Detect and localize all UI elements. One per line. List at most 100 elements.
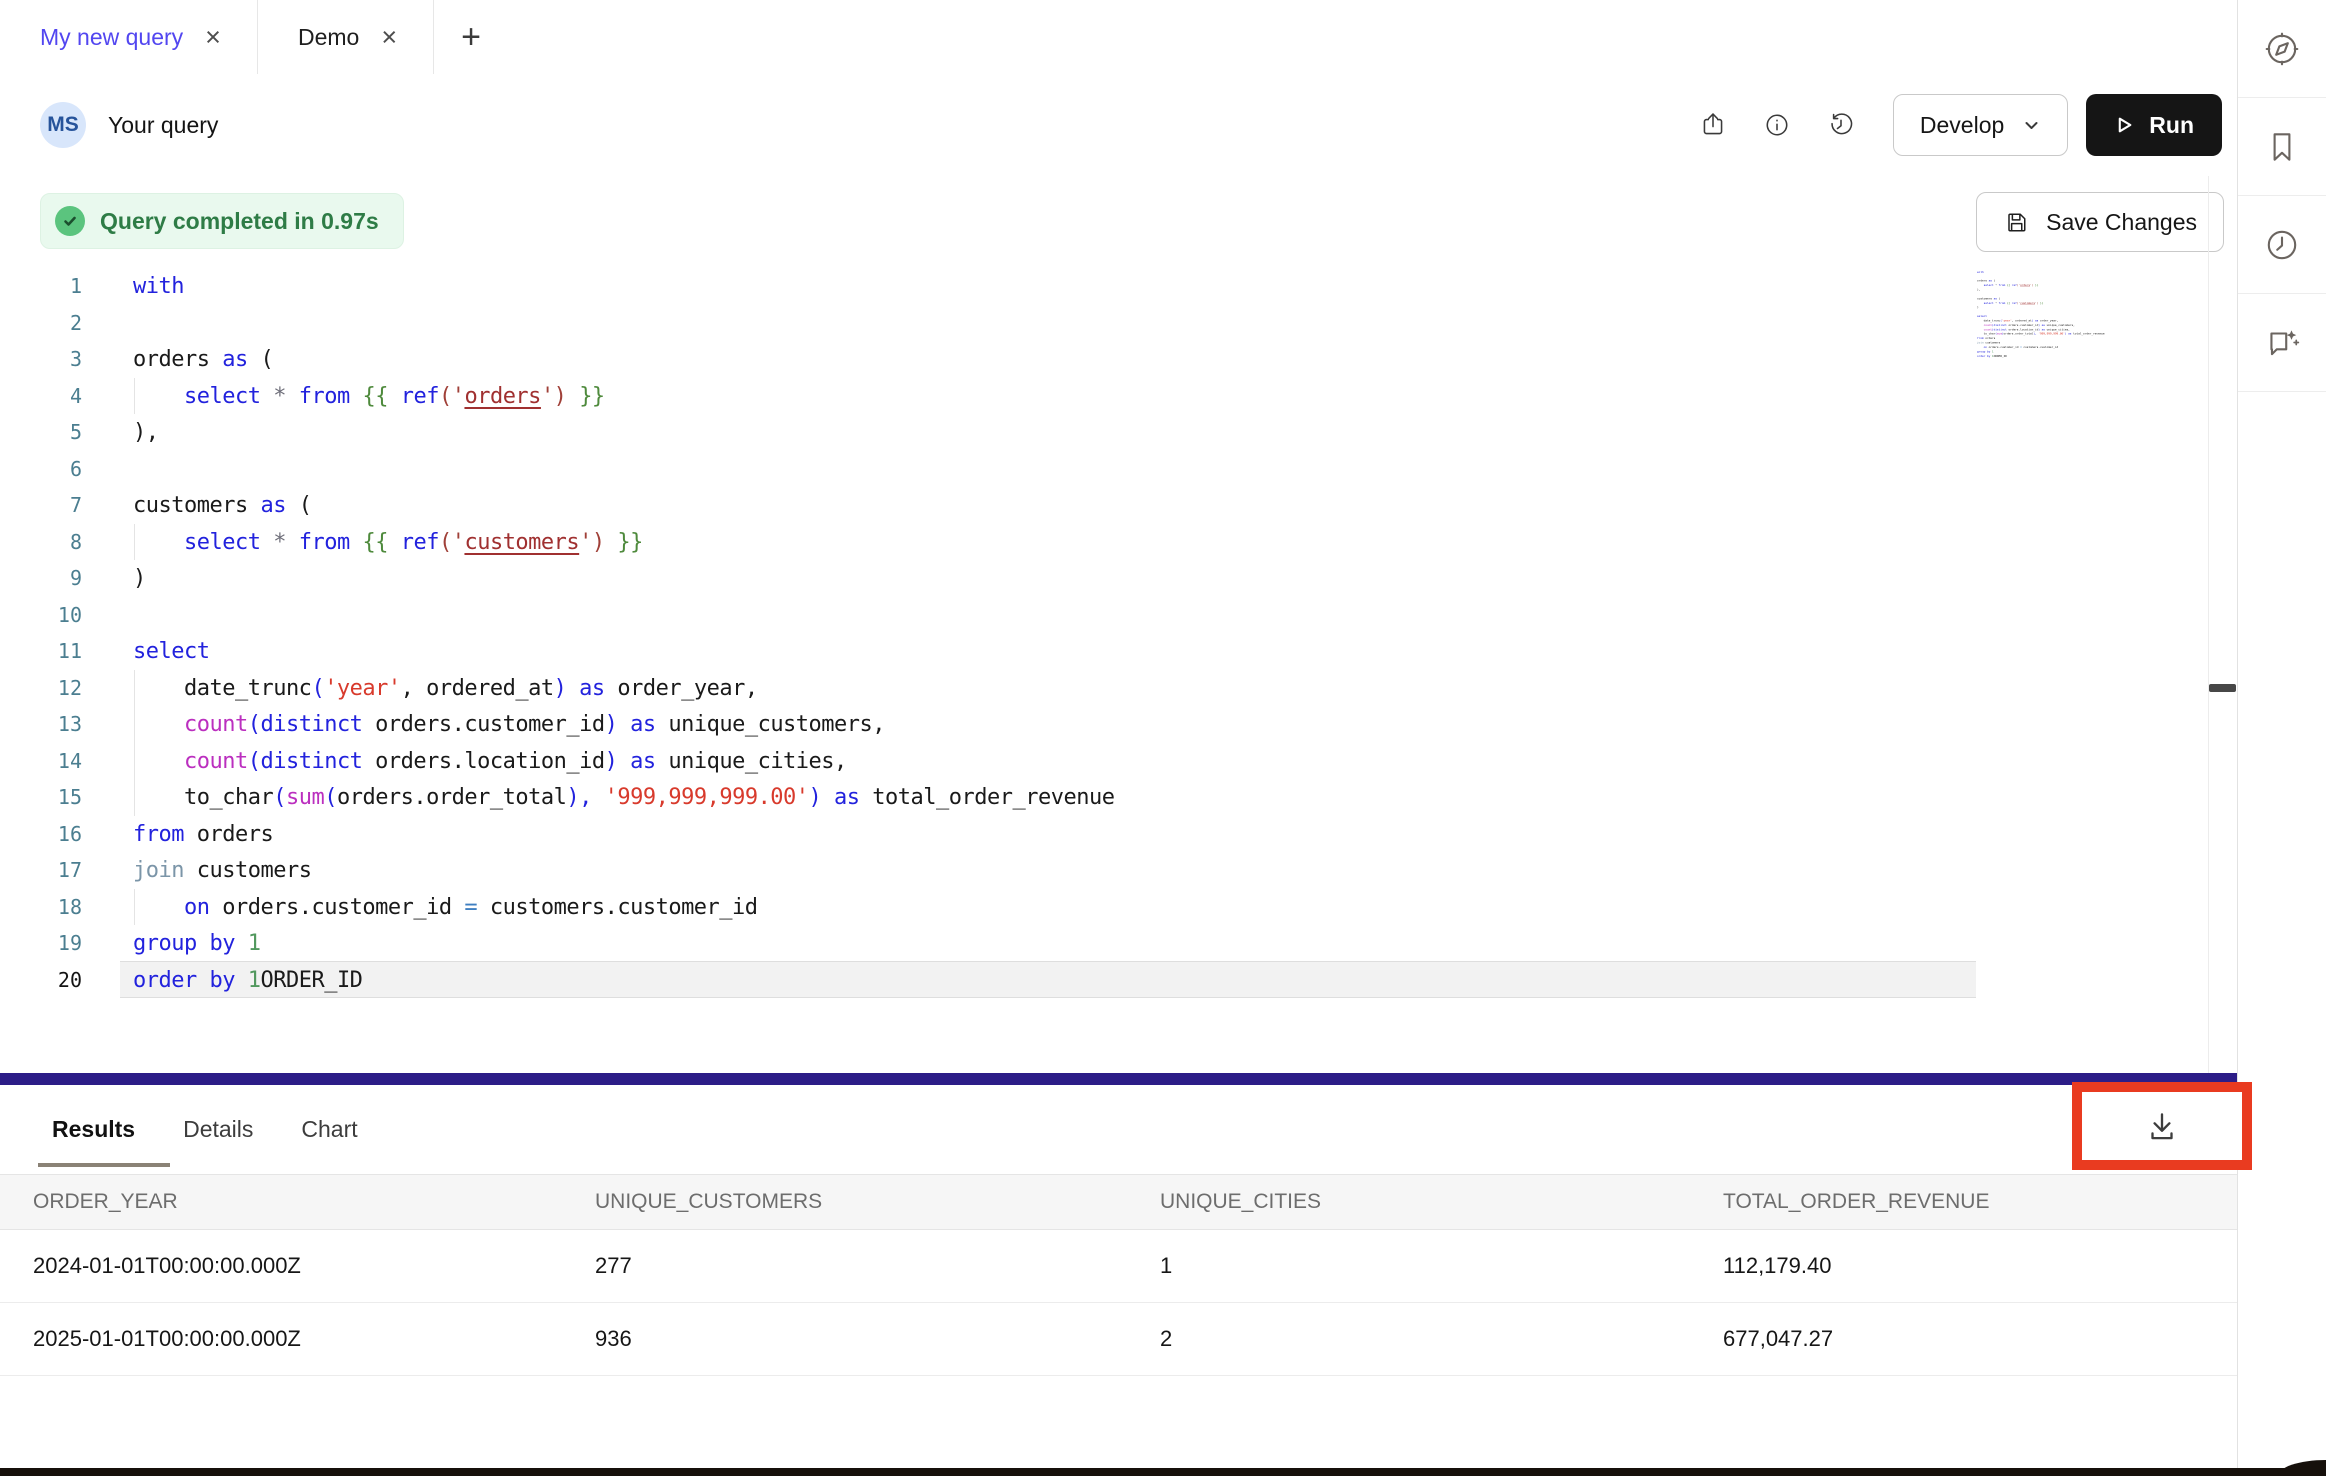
line-number: 9	[0, 560, 82, 597]
line-number: 11	[0, 633, 82, 670]
code-text: to_char(sum(orders.order_total), '999,99…	[1977, 332, 2105, 335]
develop-label: Develop	[1920, 112, 2004, 139]
code-text: customers as (	[133, 493, 311, 518]
code-text: group by 1	[1977, 350, 1994, 353]
line-number: 12	[0, 670, 82, 707]
download-results-button[interactable]	[2137, 1106, 2187, 1146]
code-line[interactable]: 19group by 1	[0, 925, 2237, 962]
results-tab-bar: Results Details Chart	[0, 1085, 2237, 1174]
code-text: with	[133, 274, 184, 299]
code-line[interactable]: 3 orders as (	[0, 341, 2237, 378]
sql-editor[interactable]: Query completed in 0.97s Save Changes 1w…	[0, 176, 2237, 1073]
column-header: UNIQUE_CUSTOMERS	[595, 1190, 1160, 1214]
code-text: orders as (	[133, 347, 273, 372]
query-status-badge: Query completed in 0.97s	[40, 193, 404, 249]
info-button[interactable]	[1757, 105, 1797, 145]
table-cell: 1	[1160, 1253, 1723, 1279]
window-bottom-edge	[0, 1468, 2326, 1476]
close-icon[interactable]: ×	[381, 24, 397, 51]
code-line[interactable]: 5),	[0, 414, 2237, 451]
save-label: Save Changes	[2046, 209, 2197, 236]
query-title: Your query	[108, 112, 218, 139]
code-line[interactable]: 16from orders	[0, 816, 2237, 853]
code-text: order by 1ORDER_ID	[133, 968, 362, 993]
scrollbar-thumb[interactable]	[2209, 684, 2236, 692]
code-line[interactable]: 20order by 1ORDER_ID	[0, 962, 2237, 999]
code-line[interactable]: 17join customers	[0, 852, 2237, 889]
ai-chat-button[interactable]	[2238, 294, 2326, 392]
code-text: count(distinct orders.customer_id) as un…	[133, 712, 885, 737]
code-text: count(distinct orders.customer_id) as un…	[1977, 324, 2075, 327]
code-text: ),	[133, 420, 159, 445]
info-icon	[1763, 107, 1791, 143]
save-changes-button[interactable]: Save Changes	[1976, 192, 2224, 252]
line-number: 3	[0, 341, 82, 378]
share-button[interactable]	[1693, 105, 1733, 145]
results-tab-chart[interactable]: Chart	[301, 1116, 357, 1143]
code-line[interactable]: 6	[0, 451, 2237, 488]
run-button[interactable]: Run	[2086, 94, 2222, 156]
code-line[interactable]: 9)	[0, 560, 2237, 597]
line-number: 15	[0, 779, 82, 816]
line-number: 7	[0, 487, 82, 524]
code-line[interactable]: 2	[0, 305, 2237, 342]
code-text: count(distinct orders.location_id) as un…	[1977, 328, 2070, 331]
history-button[interactable]	[1821, 105, 1861, 145]
line-number: 2	[0, 305, 82, 342]
table-row[interactable]: 2024-01-01T00:00:00.000Z2771112,179.40	[0, 1230, 2237, 1303]
code-line[interactable]: 8 select * from {{ ref('customers') }}	[0, 524, 2237, 561]
avatar: MS	[40, 102, 86, 148]
bookmarks-button[interactable]	[2238, 98, 2326, 196]
results-tab-details[interactable]: Details	[183, 1116, 253, 1143]
history-icon	[1827, 107, 1855, 143]
code-line[interactable]: 18 on orders.customer_id = customers.cus…	[0, 889, 2237, 926]
chat-sparkle-icon	[2263, 324, 2301, 362]
code-text: on orders.customer_id = customers.custom…	[133, 895, 758, 920]
code-lines: 1with23 orders as ( 4 select * from {{ ref…	[0, 268, 2237, 998]
code-line[interactable]: 4 select * from {{ ref('orders') }}	[0, 378, 2237, 415]
code-line[interactable]: 14 count(distinct orders.location_id) as…	[0, 743, 2237, 780]
tab-label: My new query	[40, 24, 183, 51]
explore-button[interactable]	[2238, 0, 2326, 98]
highlight-annotation	[2072, 1082, 2252, 1170]
code-text: date_trunc('year', ordered_at) as order_…	[1977, 319, 2058, 322]
code-text: )	[1977, 306, 1979, 309]
results-tab-results[interactable]: Results	[52, 1116, 135, 1143]
code-line[interactable]: 12 date_trunc('year', ordered_at) as ord…	[0, 670, 2237, 707]
column-header: ORDER_YEAR	[33, 1190, 595, 1214]
tab-demo[interactable]: Demo ×	[258, 0, 434, 74]
table-cell: 677,047.27	[1723, 1326, 2237, 1352]
history-panel-button[interactable]	[2238, 196, 2326, 294]
table-body: 2024-01-01T00:00:00.000Z2771112,179.4020…	[0, 1230, 2237, 1376]
code-line[interactable]: 13 count(distinct orders.customer_id) as…	[0, 706, 2237, 743]
code-text: join customers	[1977, 341, 2000, 344]
tab-my-new-query[interactable]: My new query ×	[0, 0, 258, 74]
code-text: select	[1977, 315, 1987, 318]
code-text: select * from {{ ref('orders') }}	[133, 384, 605, 409]
line-number: 5	[0, 414, 82, 451]
code-text: order by 1ORDER_ID	[1977, 355, 2007, 358]
new-tab-button[interactable]: +	[434, 0, 508, 74]
develop-dropdown[interactable]: Develop	[1893, 94, 2068, 156]
code-text: select * from {{ ref('customers') }}	[133, 530, 643, 555]
app-window: My new query × Demo × + MS Your query	[0, 0, 2326, 1476]
code-line[interactable]: 10	[0, 597, 2237, 634]
code-line[interactable]: 7 customers as (	[0, 487, 2237, 524]
code-line[interactable]: 1with	[0, 268, 2237, 305]
table-head: ORDER_YEARUNIQUE_CUSTOMERSUNIQUE_CITIEST…	[0, 1174, 2237, 1230]
table-row[interactable]: 2025-01-01T00:00:00.000Z9362677,047.27	[0, 1303, 2237, 1376]
code-line[interactable]: 11select	[0, 633, 2237, 670]
query-status-text: Query completed in 0.97s	[100, 208, 379, 235]
code-text: on orders.customer_id = customers.custom…	[1977, 346, 2058, 349]
compass-icon	[2263, 30, 2301, 68]
code-text: count(distinct orders.location_id) as un…	[133, 749, 847, 774]
line-number: 18	[0, 889, 82, 926]
table-cell: 277	[595, 1253, 1160, 1279]
panel-resize-divider[interactable]	[0, 1073, 2237, 1085]
code-line[interactable]: 15 to_char(sum(orders.order_total), '999…	[0, 779, 2237, 816]
save-icon	[2003, 209, 2030, 236]
minimap[interactable]: withorders as ( select * from {{ ref('or…	[1977, 270, 2152, 370]
close-icon[interactable]: ×	[205, 24, 221, 51]
code-text: with	[1977, 271, 1984, 274]
share-icon	[1699, 107, 1727, 143]
